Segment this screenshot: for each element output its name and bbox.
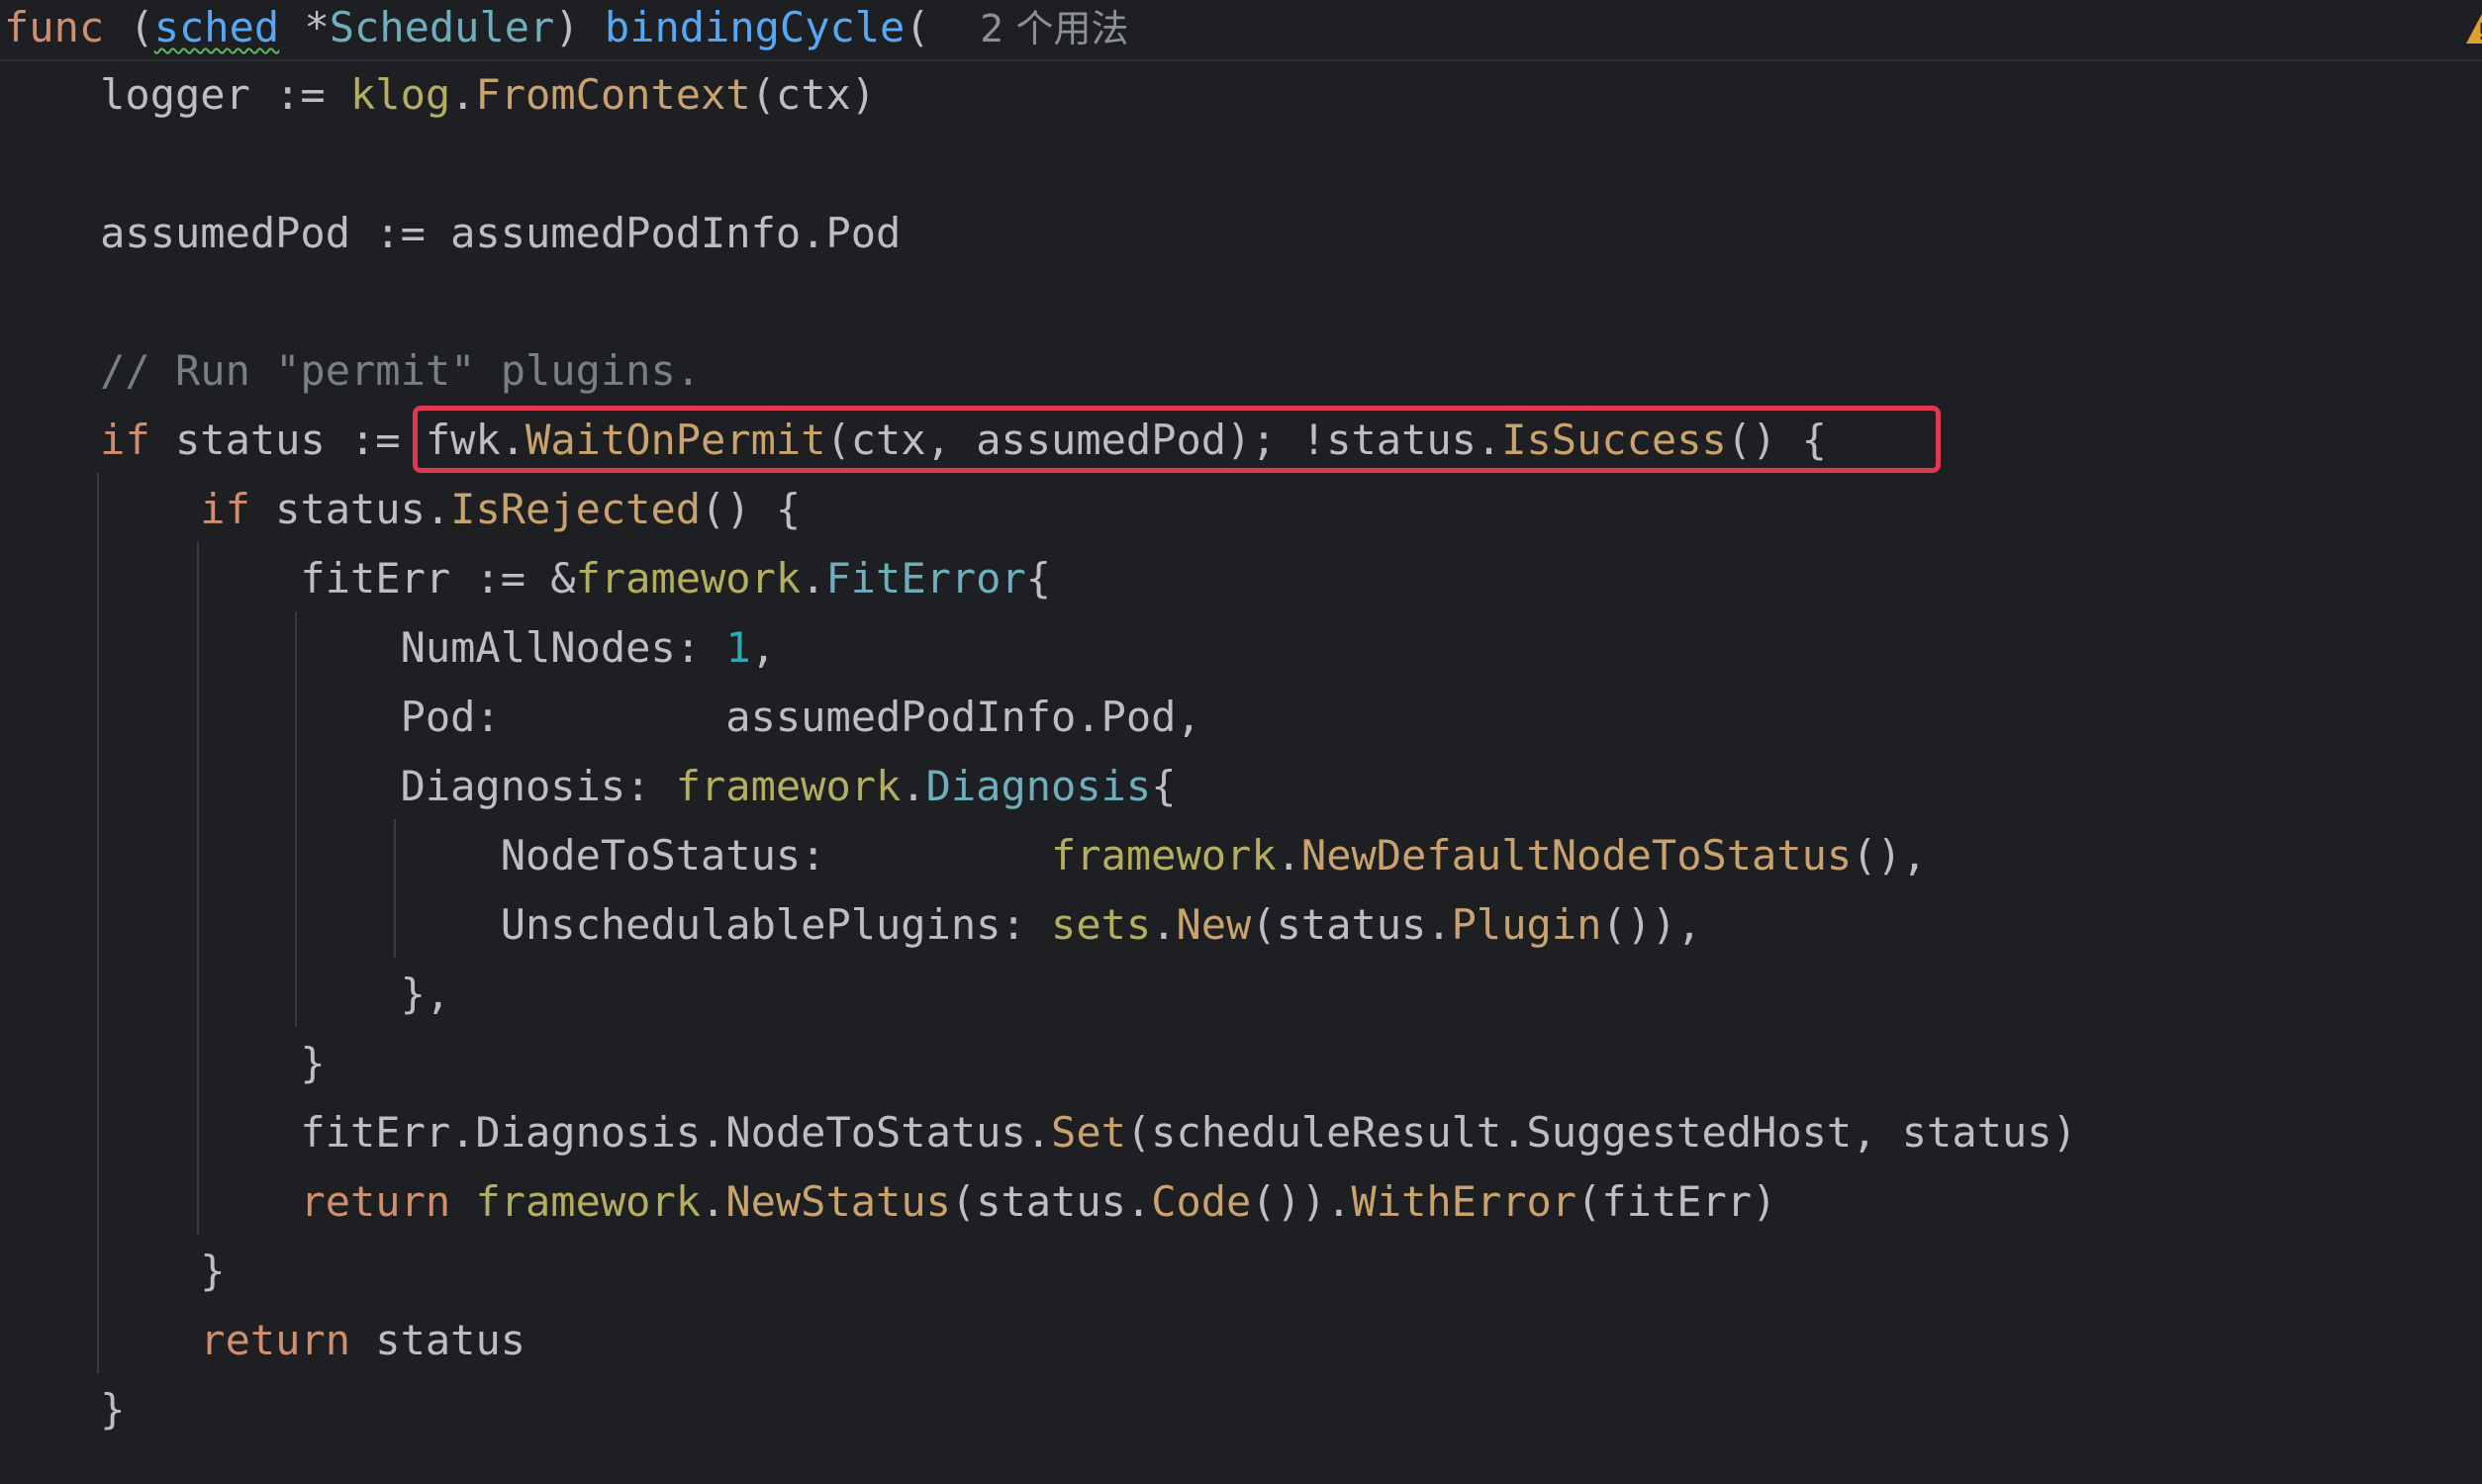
code-line-6[interactable]: fitErr := &framework.FitError{	[0, 544, 1051, 613]
code-line-3[interactable]: // Run "permit" plugins.	[0, 336, 701, 406]
func-keyword: func	[4, 3, 105, 51]
code-line-5[interactable]: if status.IsRejected() {	[0, 475, 801, 544]
code-line-13[interactable]: }	[0, 1029, 325, 1098]
code-line-18[interactable]: }	[0, 1375, 125, 1444]
annotation-highlight-box	[413, 406, 1941, 473]
code-line-1[interactable]: logger := klog.FromContext(ctx)	[0, 60, 876, 130]
code-comment: // Run "permit" plugins.	[0, 346, 702, 395]
code-line-12[interactable]: },	[0, 960, 451, 1029]
code-line-10[interactable]: NodeToStatus: framework.NewDefaultNodeTo…	[0, 821, 1927, 890]
code-line-9[interactable]: Diagnosis: framework.Diagnosis{	[0, 752, 1177, 821]
function-name[interactable]: bindingCycle	[605, 3, 905, 51]
warning-icon[interactable]	[2464, 12, 2482, 46]
code-line-8[interactable]: Pod: assumedPodInfo.Pod,	[0, 683, 1201, 752]
usage-hint[interactable]: 2 个用法	[980, 7, 1128, 50]
receiver-name[interactable]: sched	[154, 3, 279, 51]
code-line-15[interactable]: return framework.NewStatus(status.Code()…	[0, 1167, 1776, 1237]
code-line-11[interactable]: UnschedulablePlugins: sets.New(status.Pl…	[0, 890, 1702, 960]
receiver-type[interactable]: Scheduler	[330, 3, 555, 51]
code-line-2[interactable]: assumedPod := assumedPodInfo.Pod	[0, 199, 901, 268]
code-editor[interactable]: func (sched *Scheduler) bindingCycle( 2 …	[0, 0, 2482, 1484]
code-line-14[interactable]: fitErr.Diagnosis.NodeToStatus.Set(schedu…	[0, 1098, 2076, 1167]
sticky-function-header[interactable]: func (sched *Scheduler) bindingCycle( 2 …	[0, 0, 2482, 61]
code-line-7[interactable]: NumAllNodes: 1,	[0, 613, 776, 683]
code-line-17[interactable]: return status	[0, 1306, 525, 1375]
function-signature[interactable]: func (sched *Scheduler) bindingCycle( 2 …	[4, 0, 1128, 62]
code-line-16[interactable]: }	[0, 1237, 225, 1306]
